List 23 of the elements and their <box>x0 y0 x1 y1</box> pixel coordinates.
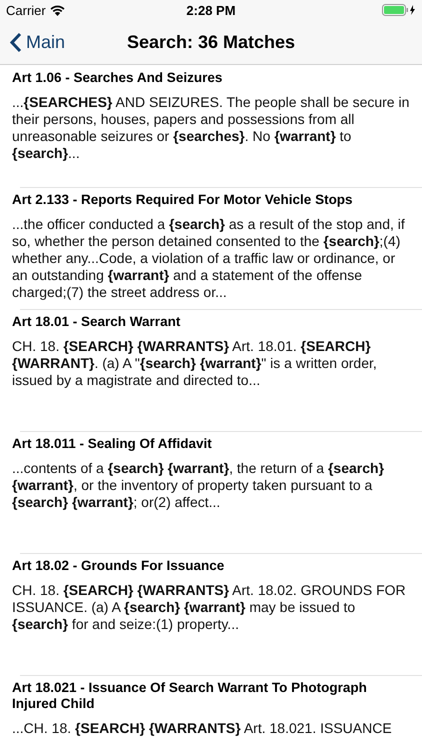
result-row[interactable]: Art 18.011 - Sealing Of Affidavit ...contents of a {search} {warrant}, the return of a {search} {warrant}, or the inventory of property taken pursuant to a {search} {warrant}; or(2) affect... <box>0 431 422 553</box>
wifi-icon <box>50 4 65 16</box>
result-snippet: ...CH. 18. {SEARCH} {WARRANTS} Art. 18.021. ISSUANCE <box>12 720 393 737</box>
battery-charging-icon <box>382 4 416 16</box>
result-row[interactable]: Art 18.01 - Search Warrant CH. 18. {SEARCH} {WARRANTS} Art. 18.01. {SEARCH} {WARRANT}. (a) A "{search} {warrant}" is a written order, issued by a magistrate and directed to... <box>0 309 422 431</box>
result-snippet: CH. 18. {SEARCH} {WARRANTS} Art. 18.01. {SEARCH} {WARRANT}. (a) A "{search} {warrant}" is a written order, issued by a magistrate and directed to... <box>12 338 378 389</box>
result-title: Art 2.133 - Reports Required For Motor Vehicle Stops <box>12 192 354 208</box>
result-snippet: ...{SEARCHES} AND SEIZURES. The people shall be secure in their persons, houses, papers and possessions from all unreasonable seizures or {searches}. No {warrant} to {search}... <box>12 94 410 162</box>
carrier-label: Carrier <box>6 2 46 18</box>
status-time: 2:28 PM <box>186 2 236 18</box>
result-title: Art 18.01 - Search Warrant <box>12 314 182 330</box>
result-snippet: ...contents of a {search} {warrant}, the return of a {search} {warrant}, or the inventory of property taken pursuant to a {search} {warrant}; or(2) affect... <box>12 460 386 511</box>
screen-title: Search: 36 Matches <box>126 32 296 52</box>
back-button[interactable]: Main <box>0 32 76 52</box>
result-row[interactable]: Art 18.02 - Grounds For Issuance CH. 18. {SEARCH} {WARRANTS} Art. 18.02. GROUNDS FOR ISSUANCE. (a) A {search} {warrant} may be issued to {search} for and seize:(1) property... <box>0 553 422 675</box>
result-title: Art 18.021 - Issuance Of Search Warrant To Photograph Injured Child <box>12 680 368 712</box>
result-snippet: ...the officer conducted a {search} as a result of the stop and, if so, whether the person detained consented to the {search};(4) whether any...Code, a violation of a traffic law or ordinance, or an outstanding {warrant} and a statement of the offense charged;(7) the street address or... <box>12 216 406 301</box>
result-title: Art 18.011 - Sealing Of Affidavit <box>12 436 213 452</box>
result-title: Art 1.06 - Searches And Seizures <box>12 70 224 86</box>
result-row[interactable]: Art 18.021 - Issuance Of Search Warrant To Photograph Injured Child ...CH. 18. {SEARCH} {WARRANTS} Art. 18.021. ISSUANCE <box>0 675 422 750</box>
back-chevron-icon <box>10 32 22 52</box>
result-title: Art 18.02 - Grounds For Issuance <box>12 558 226 574</box>
result-snippet: CH. 18. {SEARCH} {WARRANTS} Art. 18.02. GROUNDS FOR ISSUANCE. (a) A {search} {warrant} may be issued to {search} for and seize:(1) property... <box>12 582 407 633</box>
